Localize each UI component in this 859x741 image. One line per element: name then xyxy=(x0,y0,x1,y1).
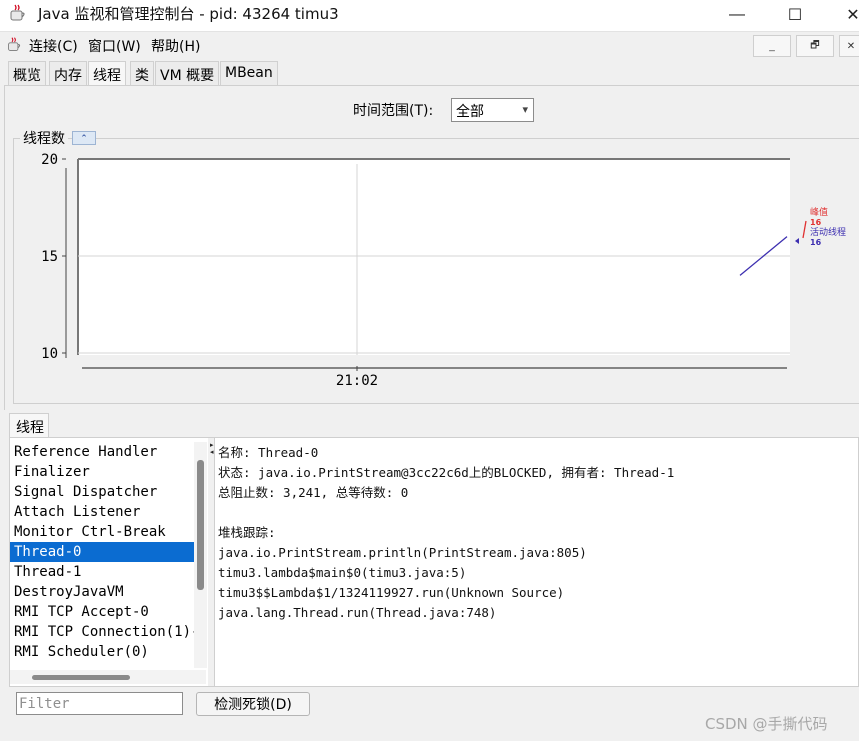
detail-line: timu3$$Lambda$1/1324119927.run(Unknown S… xyxy=(218,585,565,600)
thread-list-item[interactable]: Attach Listener xyxy=(10,502,194,522)
thread-list-item[interactable]: RMI Scheduler(0) xyxy=(10,642,194,662)
thread-list-horizontal-scrollbar[interactable] xyxy=(10,670,206,684)
thread-list-item[interactable]: Thread-1 xyxy=(10,562,194,582)
detail-line: java.lang.Thread.run(Thread.java:748) xyxy=(218,605,497,620)
thread-list-item[interactable]: RMI TCP Accept-0 xyxy=(10,602,194,622)
detail-line: 名称: Thread-0 xyxy=(218,445,319,460)
thread-count-chart: 20151021:02峰值16活动线程16 xyxy=(41,152,846,389)
threads-subtab[interactable]: 线程 xyxy=(9,413,49,437)
scrollbar-thumb[interactable] xyxy=(197,460,204,590)
x-tick-label: 21:02 xyxy=(336,373,378,389)
detail-line xyxy=(218,503,674,523)
plot-area xyxy=(78,159,790,355)
thread-list[interactable]: Reference Handler Finalizer Signal Dispatc… xyxy=(10,442,194,668)
legend-active-name: 活动线程 xyxy=(810,226,846,238)
split-arrows-icon[interactable]: ▸ ◂ xyxy=(210,442,214,456)
thread-list-vertical-scrollbar[interactable] xyxy=(194,442,207,668)
legend-peak-name: 峰值 xyxy=(810,206,828,218)
filter-input[interactable] xyxy=(19,694,179,714)
legend-active-value: 16 xyxy=(810,238,822,247)
thread-list-item[interactable]: Reference Handler xyxy=(10,442,194,462)
detail-line: timu3.lambda$main$0(timu3.java:5) xyxy=(218,565,467,580)
y-tick-label: 20 xyxy=(41,152,58,168)
thread-list-item[interactable]: Signal Dispatcher xyxy=(10,482,194,502)
thread-details: 名称: Thread-0 状态: java.io.PrintStream@3cc2… xyxy=(218,443,674,623)
watermark: CSDN @手撕代码 xyxy=(705,715,828,733)
thread-list-item[interactable]: Thread-0 xyxy=(10,542,194,562)
scrollbar-thumb[interactable] xyxy=(32,675,130,680)
split-pane-divider[interactable] xyxy=(208,438,215,686)
peak-marker xyxy=(802,220,807,239)
detail-line: java.io.PrintStream.println(PrintStream.… xyxy=(218,545,587,560)
detail-line: 总阻止数: 3,241, 总等待数: 0 xyxy=(218,485,409,500)
active-threads-marker xyxy=(795,238,799,244)
thread-list-item[interactable]: Monitor Ctrl-Break xyxy=(10,522,194,542)
detail-line: 状态: java.io.PrintStream@3cc22c6d上的BLOCKE… xyxy=(218,465,675,480)
legend-peak-value: 16 xyxy=(810,218,822,227)
y-tick-label: 10 xyxy=(41,346,58,362)
thread-list-item[interactable]: DestroyJavaVM xyxy=(10,582,194,602)
thread-list-item[interactable]: Finalizer xyxy=(10,462,194,482)
filter-field[interactable] xyxy=(16,692,183,715)
detail-line: 堆栈跟踪: xyxy=(218,525,276,540)
detect-deadlock-button[interactable]: 检测死锁(D) xyxy=(196,692,310,716)
y-tick-label: 15 xyxy=(41,249,58,265)
thread-list-item[interactable]: RMI TCP Connection(1)- xyxy=(10,622,194,642)
